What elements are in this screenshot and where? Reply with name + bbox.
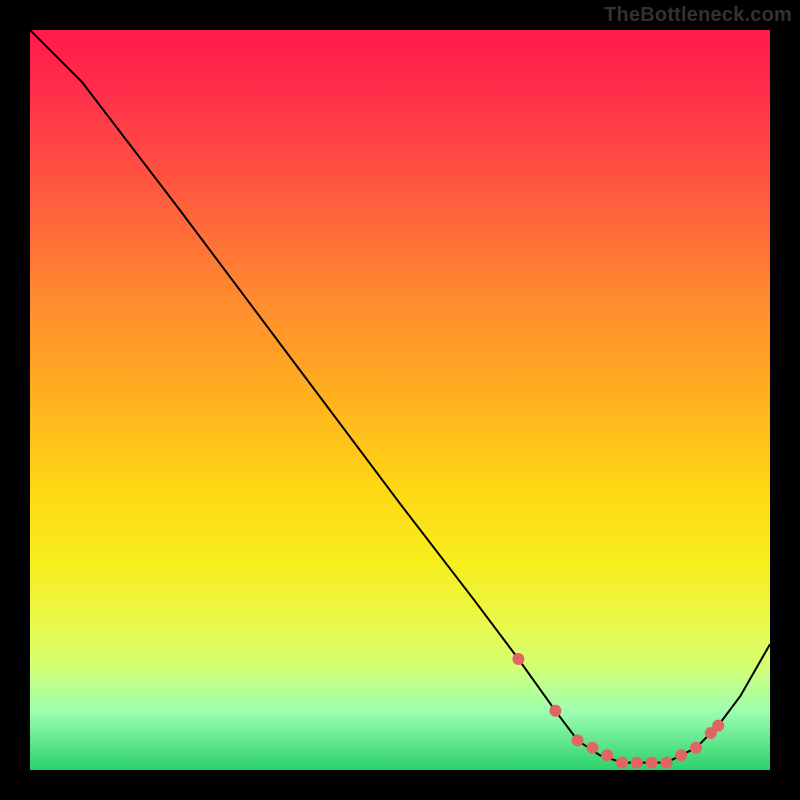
plot-area	[30, 30, 770, 770]
marker-dot	[660, 757, 672, 769]
curve-layer	[30, 30, 770, 770]
marker-dot	[675, 749, 687, 761]
marker-dot	[690, 742, 702, 754]
marker-dot	[631, 757, 643, 769]
bottleneck-curve	[30, 30, 770, 763]
marker-dot	[586, 742, 598, 754]
marker-dot	[549, 705, 561, 717]
chart-stage: TheBottleneck.com	[0, 0, 800, 800]
marker-dot	[616, 757, 628, 769]
watermark-text: TheBottleneck.com	[604, 4, 792, 27]
marker-group	[512, 653, 724, 769]
marker-dot	[646, 757, 658, 769]
marker-dot	[712, 720, 724, 732]
marker-dot	[572, 734, 584, 746]
marker-dot	[512, 653, 524, 665]
marker-dot	[601, 749, 613, 761]
